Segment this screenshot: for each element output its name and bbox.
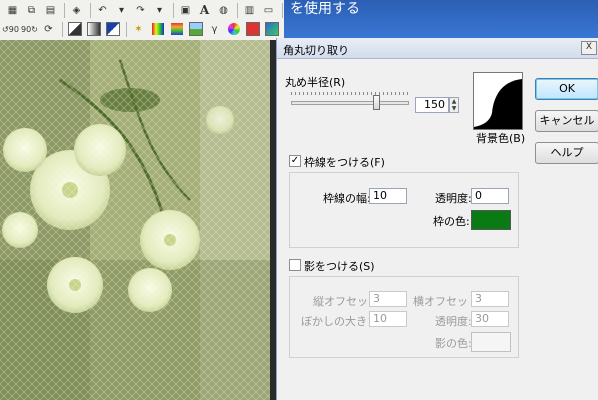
- shadow-checkbox-label: 影をつける(S): [304, 260, 375, 273]
- rotate-right-icon[interactable]: 90 ↻: [21, 21, 38, 37]
- rotate-label: 90: [21, 24, 32, 34]
- ok-button[interactable]: OK: [535, 78, 598, 100]
- toolbar-separator: [173, 2, 174, 18]
- chevron-down-icon[interactable]: ▾: [113, 2, 130, 18]
- flower-photo-canvas: [0, 40, 270, 400]
- border-color-label: 枠の色:: [433, 215, 470, 228]
- background-window-title-text: を使用する: [290, 1, 360, 17]
- background-window-title: を使用する: [284, 0, 598, 40]
- color-bars-icon[interactable]: [149, 21, 166, 37]
- shadow-opacity-label: 透明度:: [435, 315, 472, 328]
- toolbar-separator: [237, 2, 238, 18]
- toolbar-separator: [62, 21, 63, 37]
- shape-icon[interactable]: ◍: [215, 2, 232, 18]
- shadow-h-offset-field[interactable]: 3: [471, 291, 509, 307]
- radius-slider[interactable]: [291, 101, 409, 105]
- cancel-button[interactable]: キャンセル: [535, 110, 598, 132]
- toolbar-row-1: ▦ ⧉ ▤ ◈ ↶ ▾ ↷ ▾ ▣ A ◍ ▥ ▭ ▩ ▾: [4, 1, 324, 19]
- text-icon[interactable]: A: [196, 2, 213, 18]
- radius-label: 丸め半径(R): [285, 76, 346, 89]
- dialog-title: 角丸切り取り: [283, 44, 349, 57]
- image-icon[interactable]: [187, 21, 204, 37]
- filter-icon[interactable]: [244, 21, 261, 37]
- gradient-icon[interactable]: [85, 21, 102, 37]
- shadow-blur-field[interactable]: 10: [369, 311, 407, 327]
- shadow-opacity-field[interactable]: 30: [471, 311, 509, 327]
- flower-photo: [0, 40, 270, 400]
- refresh-icon[interactable]: ⟳: [40, 21, 57, 37]
- radius-slider-thumb[interactable]: [372, 95, 380, 110]
- border-opacity-label: 透明度:: [435, 192, 472, 205]
- shadow-color-label: 影の色:: [435, 337, 472, 350]
- sparkle-icon[interactable]: ✶: [130, 21, 147, 37]
- rainbow-icon[interactable]: [168, 21, 185, 37]
- undo-icon[interactable]: ↶: [94, 2, 111, 18]
- background-color-preview[interactable]: [473, 72, 523, 130]
- redo-icon[interactable]: ↷: [132, 2, 149, 18]
- gamma-icon[interactable]: γ: [206, 21, 223, 37]
- film-icon[interactable]: ▭: [260, 2, 277, 18]
- rounded-corner-preview: [474, 73, 522, 129]
- dialog-title-bar[interactable]: 角丸切り取り X: [277, 38, 598, 59]
- border-checkbox-label: 枠線をつける(F): [304, 156, 385, 169]
- toolbar-separator: [90, 2, 91, 18]
- rotate-label: 90: [8, 24, 19, 34]
- rotate-left-icon[interactable]: ↺ 90: [2, 21, 19, 37]
- border-width-field[interactable]: 10: [369, 188, 407, 204]
- levels-icon[interactable]: [104, 21, 121, 37]
- border-color-swatch[interactable]: [471, 210, 511, 230]
- border-width-label: 枠線の幅:: [323, 192, 371, 205]
- toolbar-separator: [126, 21, 127, 37]
- radius-value-field[interactable]: 150: [415, 97, 449, 113]
- layers-icon[interactable]: [263, 21, 280, 37]
- paste-icon[interactable]: ▤: [42, 2, 59, 18]
- grid-icon[interactable]: ▣: [177, 2, 194, 18]
- radius-spinner[interactable]: ▲ ▼: [449, 97, 459, 113]
- shadow-color-swatch[interactable]: [471, 332, 511, 352]
- color-wheel-icon[interactable]: [225, 21, 242, 37]
- chevron-down-icon[interactable]: ▾: [151, 2, 168, 18]
- help-button[interactable]: ヘルプ: [535, 142, 598, 164]
- contrast-icon[interactable]: [66, 21, 83, 37]
- toolbar-separator: [64, 2, 65, 18]
- shadow-checkbox[interactable]: [289, 259, 301, 271]
- layout-icon[interactable]: ▥: [241, 2, 258, 18]
- select-icon[interactable]: ▦: [4, 2, 21, 18]
- rounded-crop-dialog: 角丸切り取り X 丸め半径(R) 150 ▲ ▼ 背景色(B) OK キャンセル …: [276, 38, 598, 400]
- toolbar-row-2: ↺90 90↻ ⟳ ✶ γ HDR: [2, 20, 320, 38]
- close-button[interactable]: X: [581, 41, 597, 55]
- toolbar-separator: [282, 2, 283, 18]
- slider-ticks: [291, 92, 409, 95]
- app-toolbar: ▦ ⧉ ▤ ◈ ↶ ▾ ↷ ▾ ▣ A ◍ ▥ ▭ ▩ ▾ ↺90 90↻ ⟳ …: [0, 0, 317, 41]
- border-checkbox[interactable]: ✓: [289, 155, 301, 167]
- adjust-icon[interactable]: ◈: [68, 2, 85, 18]
- shadow-v-offset-field[interactable]: 3: [369, 291, 407, 307]
- background-color-label: 背景色(B): [476, 132, 526, 145]
- copy-icon[interactable]: ⧉: [23, 2, 40, 18]
- border-opacity-field[interactable]: 0: [471, 188, 509, 204]
